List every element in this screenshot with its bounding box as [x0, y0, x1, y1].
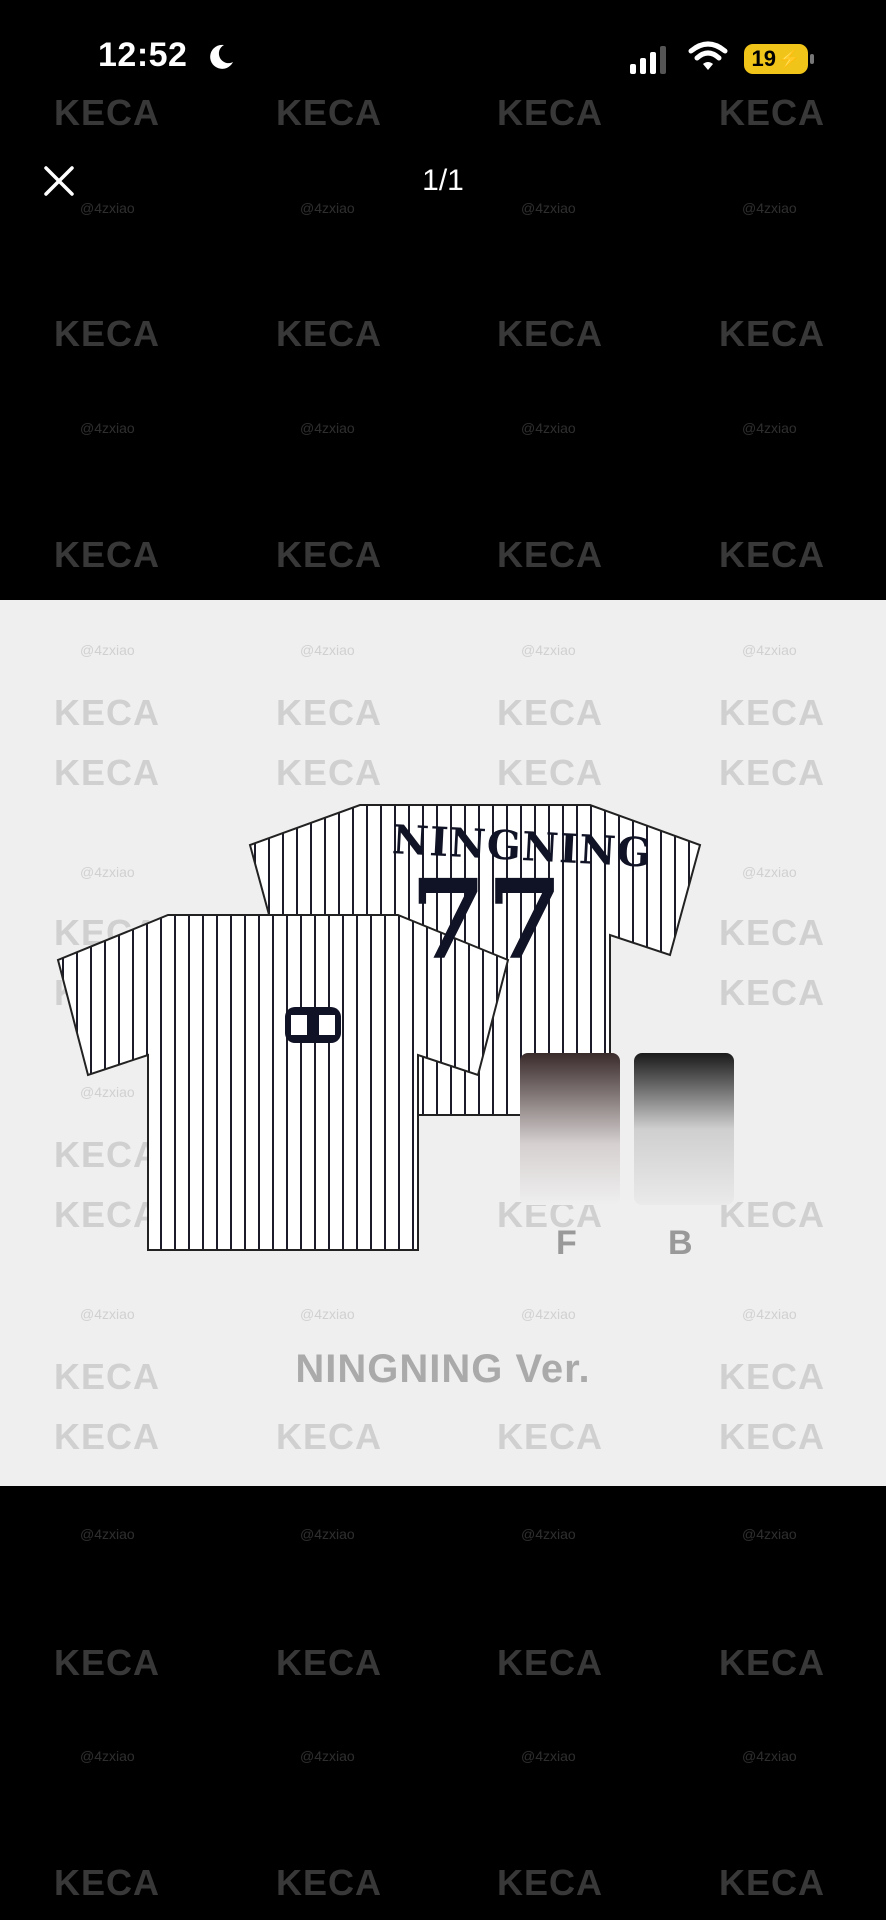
watermark-brand: KECA [497, 534, 604, 575]
photocard-front [520, 1053, 620, 1205]
photocard-back-label: B [668, 1224, 693, 1262]
watermark-brand: KECA [54, 1862, 161, 1903]
watermark-brand: KECA [276, 534, 383, 575]
viewer-header: 1/1 [0, 150, 886, 220]
battery-tip [810, 54, 814, 64]
watermark-brand: KECA [276, 313, 383, 354]
watermark-handle: @4zxiao [521, 1526, 576, 1542]
watermark-handle: @4zxiao [742, 1748, 797, 1764]
watermark-handle: @4zxiao [300, 420, 355, 436]
watermark-brand: KECA [276, 1862, 383, 1903]
page-indicator: 1/1 [422, 164, 464, 197]
watermark-brand: KECA [719, 534, 826, 575]
version-caption: NINGNING Ver. [295, 1347, 591, 1391]
signal-icon [630, 46, 666, 74]
watermark-brand: KECA [497, 313, 604, 354]
watermark-brand: KECA [276, 1642, 383, 1683]
moon-icon [210, 44, 233, 69]
watermark-handle: @4zxiao [80, 1526, 135, 1542]
photocard-back [634, 1053, 734, 1205]
status-time: 12:52 [98, 36, 188, 74]
jersey-logo [285, 1007, 341, 1043]
battery-icon: 19 ⚡ [744, 44, 808, 74]
watermark-brand: KECA [54, 534, 161, 575]
watermark-handle: @4zxiao [521, 1748, 576, 1764]
photocard-front-label: F [556, 1224, 577, 1262]
watermark-handle: @4zxiao [742, 1526, 797, 1542]
watermark-brand: KECA [719, 1862, 826, 1903]
watermark-brand: KECA [54, 313, 161, 354]
watermark-brand: KECA [719, 1642, 826, 1683]
watermark-handle: @4zxiao [300, 1748, 355, 1764]
watermark-handle: @4zxiao [742, 420, 797, 436]
watermark-brand: KECA [719, 313, 826, 354]
watermark-handle: @4zxiao [521, 420, 576, 436]
status-bar: 12:52 19 ⚡ [0, 0, 886, 120]
watermark-brand: KECA [497, 1862, 604, 1903]
watermark-handle: @4zxiao [300, 1526, 355, 1542]
watermark-brand: KECA [497, 1642, 604, 1683]
wifi-icon [688, 41, 728, 70]
watermark-brand: KECA [54, 1642, 161, 1683]
watermark-handle: @4zxiao [80, 1748, 135, 1764]
jersey-back-number: 77 [410, 855, 564, 984]
battery-level: 19 [751, 46, 777, 71]
watermark-handle: @4zxiao [80, 420, 135, 436]
